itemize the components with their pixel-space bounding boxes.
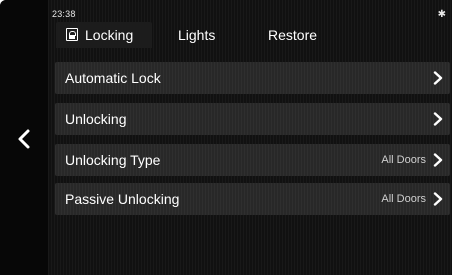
clock: 23:38: [52, 9, 76, 19]
chevron-right-icon: [433, 71, 443, 85]
infotainment-display: 23:38 ✱ Locking Lights Restore Automatic…: [0, 0, 452, 275]
bluetooth-icon: ✱: [437, 9, 446, 20]
chevron-right-icon: [433, 192, 443, 206]
menu-item-value: All Doors: [381, 154, 426, 166]
screen: 23:38 ✱ Locking Lights Restore Automatic…: [0, 0, 452, 275]
tab-lights[interactable]: Lights: [178, 22, 215, 48]
chevron-left-icon: [18, 129, 30, 149]
menu-item-label: Automatic Lock: [65, 70, 161, 86]
menu-item-label: Passive Unlocking: [65, 191, 180, 207]
chevron-right-icon: [433, 153, 443, 167]
menu-item-automatic-lock[interactable]: Automatic Lock: [55, 62, 450, 94]
menu-item-label: Unlocking Type: [65, 152, 161, 168]
menu-item-value: All Doors: [381, 193, 426, 205]
menu-item-passive-unlocking[interactable]: Passive Unlocking All Doors: [55, 183, 450, 215]
menu-item-label: Unlocking: [65, 111, 127, 127]
menu-item-unlocking-type[interactable]: Unlocking Type All Doors: [55, 144, 450, 176]
menu-item-unlocking[interactable]: Unlocking: [55, 103, 450, 135]
tab-locking[interactable]: Locking: [56, 22, 152, 48]
back-button[interactable]: [16, 128, 32, 150]
lock-icon: [66, 28, 78, 41]
chevron-right-icon: [433, 112, 443, 126]
tab-label: Locking: [85, 27, 134, 43]
tab-restore[interactable]: Restore: [268, 22, 317, 48]
